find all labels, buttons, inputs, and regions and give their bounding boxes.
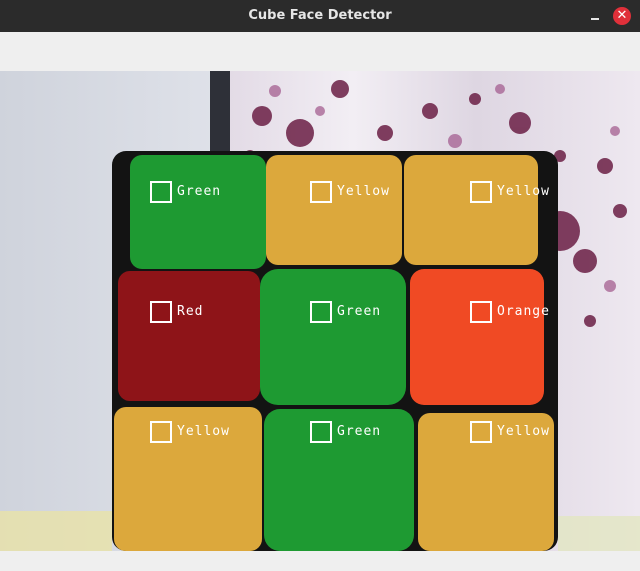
sticker-detection: Yellow	[470, 181, 630, 211]
detection-label: Yellow	[177, 424, 230, 439]
detection-label: Red	[177, 304, 204, 319]
status-area	[0, 551, 640, 571]
window-title: Cube Face Detector	[248, 8, 392, 23]
sticker-detection: Green	[310, 421, 470, 451]
camera-feed: Green Yellow Yellow Red Green Orange Yel…	[0, 71, 640, 551]
detection-box	[470, 301, 492, 323]
detection-label: Yellow	[337, 184, 390, 199]
sticker-detection: Yellow	[310, 181, 470, 211]
sticker-detection: Yellow	[150, 421, 310, 451]
sticker-detection: Green	[150, 181, 310, 211]
detection-label: Green	[177, 184, 222, 199]
sticker-detection: Green	[310, 301, 470, 331]
toolbar-area	[0, 32, 640, 71]
sticker-detection: Orange	[470, 301, 630, 331]
detection-box	[150, 181, 172, 203]
detection-box	[470, 421, 492, 443]
minimize-icon	[591, 18, 599, 20]
detection-box	[310, 181, 332, 203]
close-icon: ✕	[616, 8, 628, 23]
detection-label: Orange	[497, 304, 550, 319]
detection-box	[150, 421, 172, 443]
title-bar: Cube Face Detector ✕	[0, 0, 640, 32]
sticker-detection: Yellow	[470, 421, 630, 451]
close-button[interactable]: ✕	[613, 7, 631, 25]
detection-label: Green	[337, 424, 382, 439]
detection-box	[470, 181, 492, 203]
minimize-button[interactable]	[586, 7, 604, 25]
detection-box	[310, 421, 332, 443]
detection-label: Green	[337, 304, 382, 319]
sticker-detection: Red	[150, 301, 310, 331]
detection-label: Yellow	[497, 184, 550, 199]
detection-label: Yellow	[497, 424, 550, 439]
detection-box	[310, 301, 332, 323]
detection-box	[150, 301, 172, 323]
